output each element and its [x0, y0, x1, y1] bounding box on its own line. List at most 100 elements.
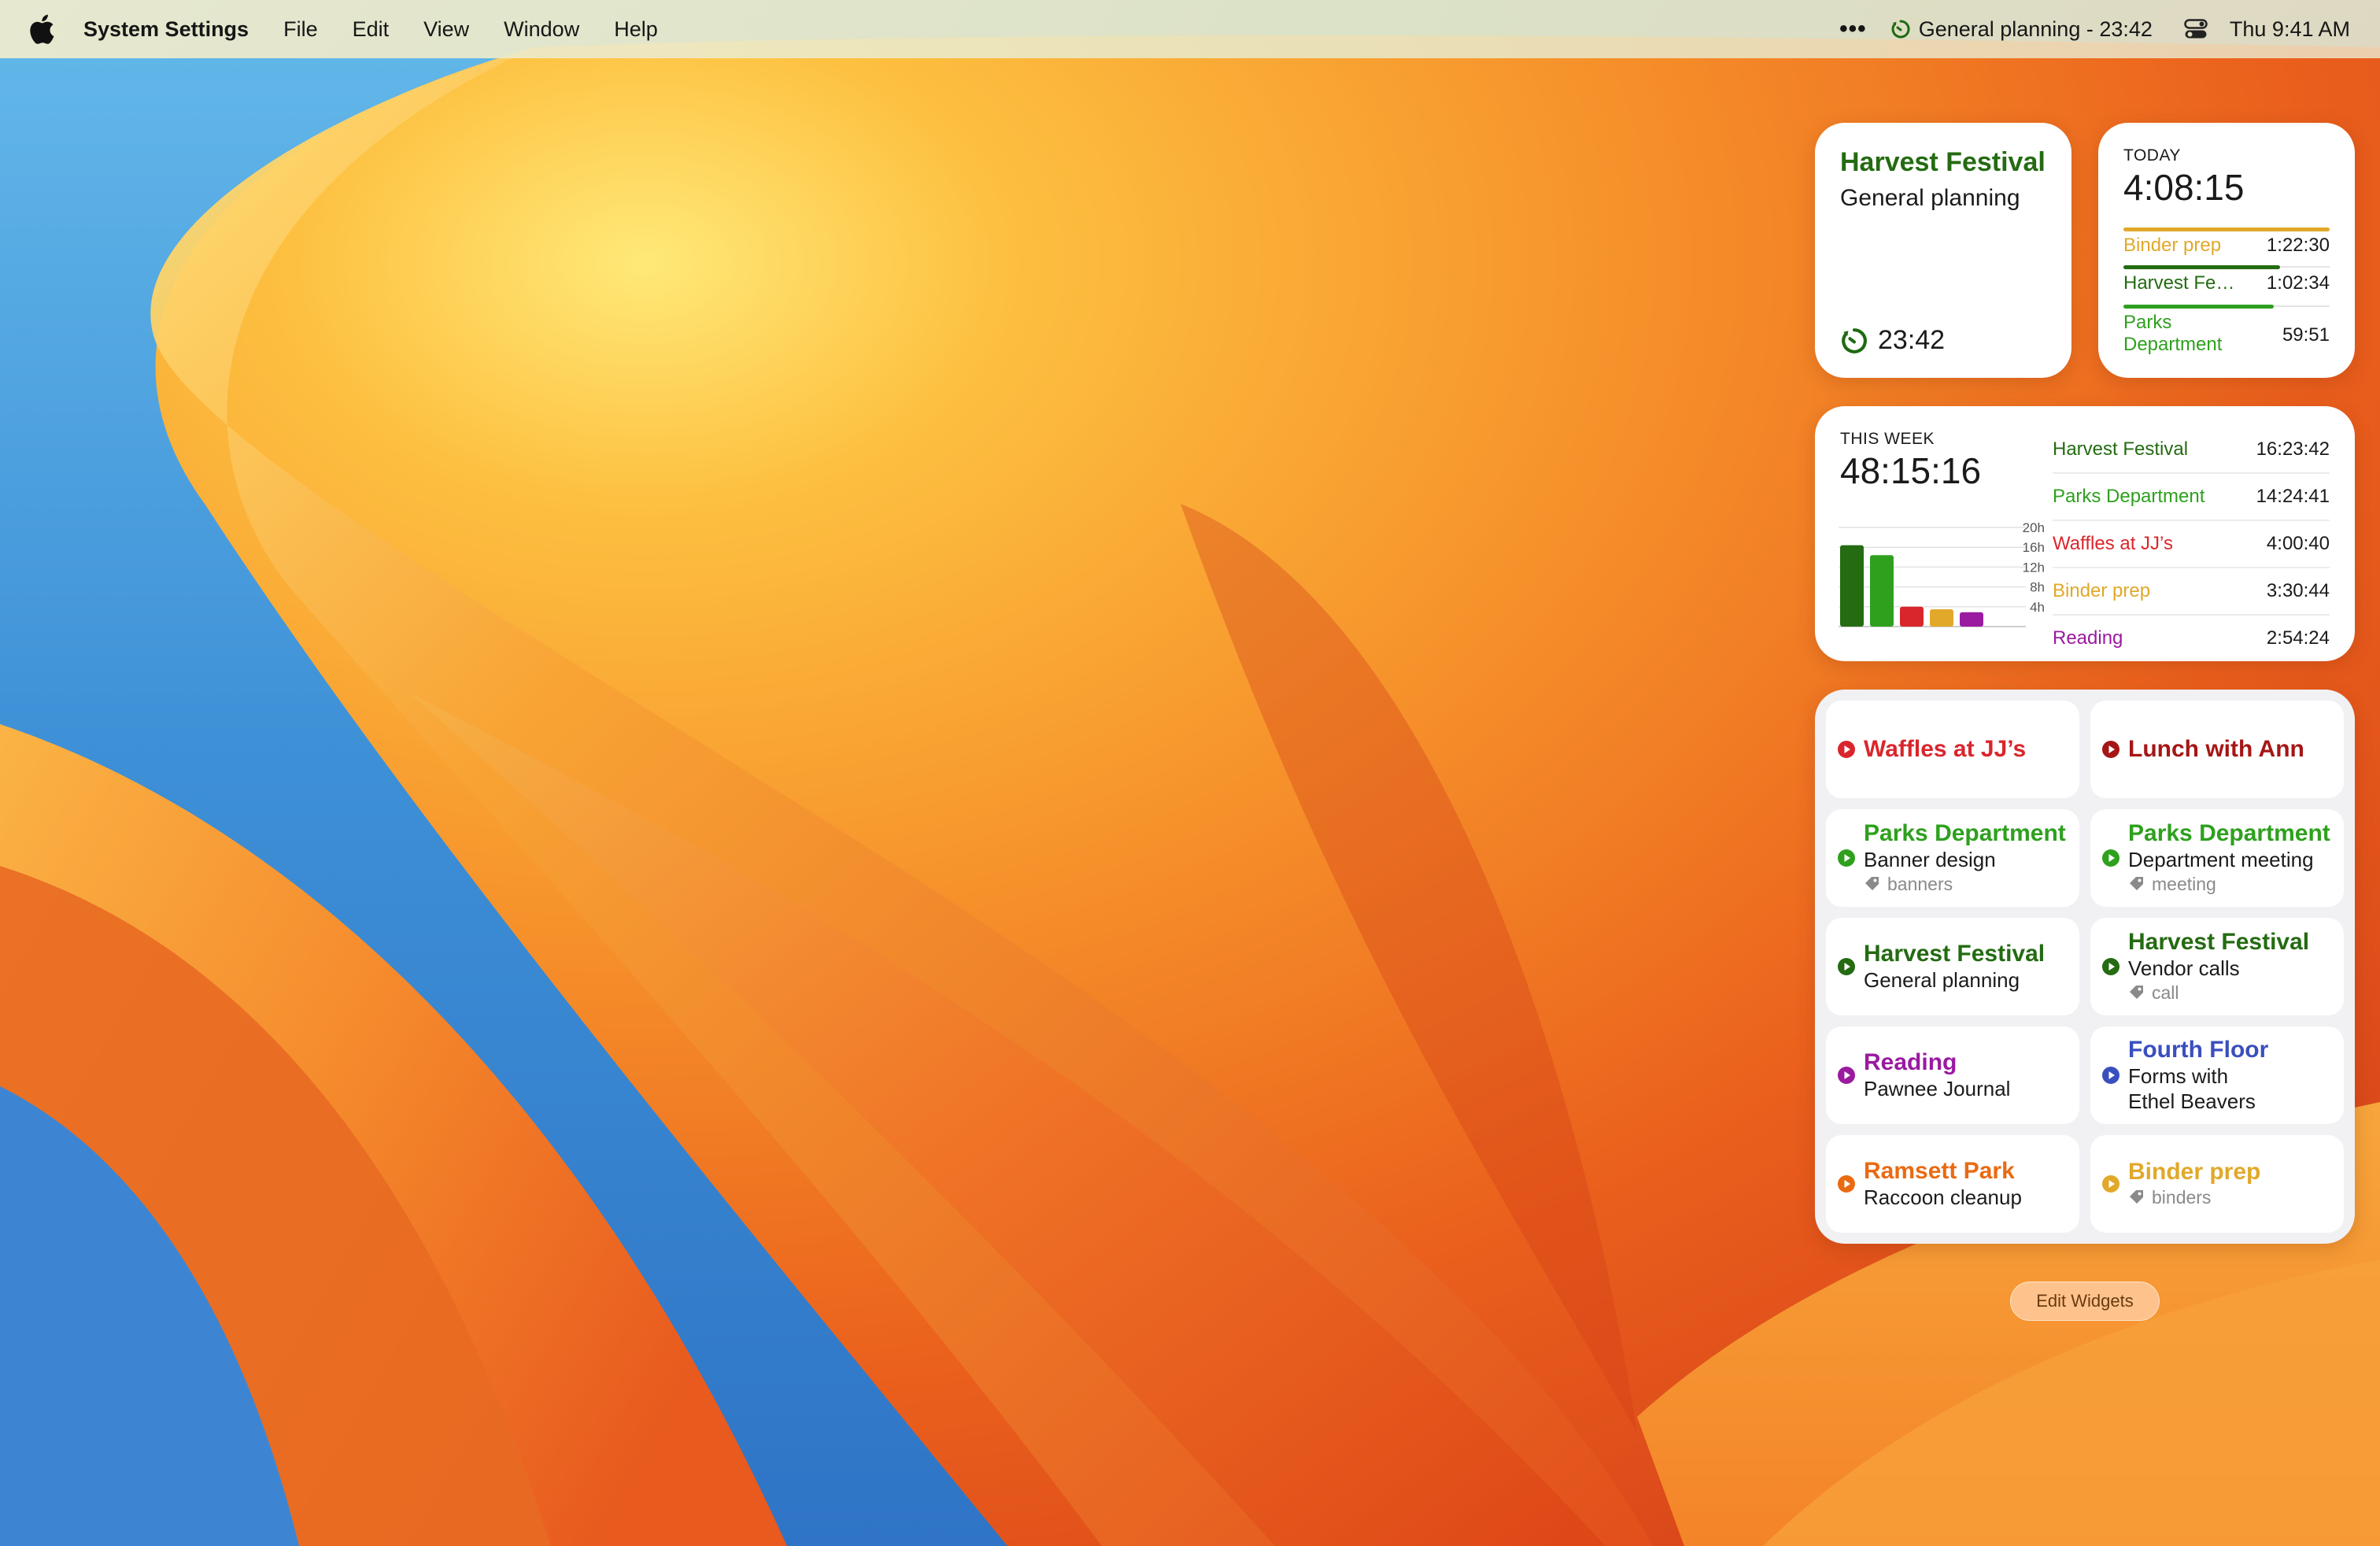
today-row: Parks Department 59:51 [2123, 305, 2330, 365]
timer-tile-tag-text: meeting [2152, 874, 2216, 894]
timer-tile-grid: Waffles at JJ’s Lunch with Ann Parks Depar… [1826, 701, 2344, 1233]
timer-tile-text: Fourth Floor Forms with Ethel Beavers [2128, 1037, 2270, 1114]
timer-tile-project: Lunch with Ann [2128, 736, 2304, 762]
week-row-label: Binder prep [2053, 580, 2151, 601]
tag-icon [2130, 877, 2143, 890]
menu-file[interactable]: File [283, 17, 318, 42]
week-row: Binder prep 3:30:44 [2053, 568, 2330, 616]
play-icon[interactable] [1837, 740, 1856, 759]
today-caption: TODAY [2123, 146, 2181, 165]
week-caption: THIS WEEK [1840, 430, 1935, 448]
week-row-value: 4:00:40 [2266, 533, 2330, 554]
today-row-value: 1:02:34 [2266, 272, 2330, 294]
chart-bar-waffles-at-jj-s [1900, 606, 1924, 627]
chart-bar-harvest-festival [1840, 545, 1864, 627]
menu-window[interactable]: Window [504, 17, 579, 42]
play-icon[interactable] [1837, 1066, 1856, 1085]
timer-tile[interactable]: Parks Department Banner design banners [1826, 809, 2079, 907]
timer-tile-task: Vendor calls [2128, 956, 2240, 980]
more-menu-extras[interactable]: ••• [1839, 16, 1867, 43]
timer-tile-project: Harvest Festival [1864, 941, 2046, 967]
timer-tile-text: Ramsett Park Raccoon cleanup [1864, 1158, 2022, 1210]
timer-tile[interactable]: Parks Department Department meeting meetin… [2090, 809, 2344, 907]
play-icon[interactable] [2101, 1174, 2120, 1193]
timer-tile-project: Ramsett Park [1864, 1158, 2015, 1184]
timer-project-name: Harvest Festival [1840, 147, 2046, 177]
timer-tile-tag: banners [1864, 872, 2066, 896]
timer-tile[interactable]: Fourth Floor Forms with Ethel Beavers [2090, 1026, 2344, 1124]
timer-tile-project: Binder prep [2128, 1159, 2261, 1185]
timer-tile[interactable]: Binder prep binders [2090, 1135, 2344, 1233]
timer-tile-text: Lunch with Ann [2128, 736, 2304, 763]
timer-tile-text: Waffles at JJ’s [1864, 736, 2026, 763]
timer-tile-text: Harvest Festival Vendor calls call [2128, 929, 2309, 1004]
timer-tile-task: General planning [1864, 968, 2020, 992]
timer-icon [1842, 327, 1867, 353]
chart-bar-parks-department [1870, 555, 1894, 627]
timer-tile-text: Reading Pawnee Journal [1864, 1049, 2010, 1101]
timer-tile-project: Parks Department [1864, 820, 2066, 846]
week-row: Waffles at JJ’s 4:00:40 [2053, 521, 2330, 568]
timer-tile-project: Waffles at JJ’s [1864, 736, 2027, 762]
menu-edit[interactable]: Edit [353, 17, 390, 42]
edit-widgets-button[interactable]: Edit Widgets [2010, 1282, 2160, 1321]
week-row-value: 2:54:24 [2266, 627, 2330, 649]
timer-icon [1891, 20, 1910, 39]
current-timer-widget[interactable]: Harvest Festival General planning 23:42 [1815, 123, 2071, 378]
timer-status-text: General planning - 23:42 [1918, 17, 2153, 41]
timer-tile[interactable]: Reading Pawnee Journal [1826, 1026, 2079, 1124]
today-row: Harvest Fe… 1:02:34 [2123, 265, 2330, 305]
chart-ytick-label: 4h [2030, 600, 2045, 615]
week-row-value: 14:24:41 [2256, 486, 2330, 507]
timer-tile[interactable]: Waffles at JJ’s [1826, 701, 2079, 798]
week-total: 48:15:16 [1840, 450, 1982, 491]
today-progress-bar [2123, 227, 2330, 231]
timer-tile-tag: meeting [2128, 872, 2330, 896]
menu-help[interactable]: Help [614, 17, 658, 42]
play-icon[interactable] [2101, 740, 2120, 759]
play-icon[interactable] [1837, 1174, 1856, 1193]
play-icon[interactable] [1837, 957, 1856, 976]
start-timer-grid-widget: Waffles at JJ’s Lunch with Ann Parks Depar… [1815, 690, 2355, 1244]
play-icon[interactable] [1837, 849, 1856, 867]
timer-tile-project: Reading [1864, 1049, 1957, 1075]
play-icon[interactable] [2101, 849, 2120, 867]
timer-tile[interactable]: Harvest Festival Vendor calls call [2090, 918, 2344, 1015]
play-icon[interactable] [2101, 1066, 2120, 1085]
timer-tile-tag-text: banners [1887, 874, 1953, 894]
timer-status-item[interactable]: General planning - 23:42 [1890, 17, 2153, 42]
week-bar-chart: 20h 16h 12h 8h 4h [1839, 520, 2045, 627]
timer-tile-text: Parks Department Banner design banners [1864, 820, 2066, 896]
today-row-value: 59:51 [2282, 324, 2330, 346]
apple-logo-icon[interactable] [28, 14, 55, 44]
week-summary-widget[interactable]: THIS WEEK 48:15:16 20h 16h 12h 8h 4h Harvest… [1815, 406, 2355, 661]
timer-task-name: General planning [1840, 185, 2020, 211]
timer-elapsed: 23:42 [1878, 325, 1946, 355]
timer-tile[interactable]: Lunch with Ann [2090, 701, 2344, 798]
timer-tile-tag-text: binders [2152, 1187, 2212, 1208]
today-progress-bar [2123, 305, 2275, 309]
menu-view[interactable]: View [423, 17, 469, 42]
today-row-label: Binder prep [2123, 235, 2222, 256]
timer-tile-text: Parks Department Department meeting meetin… [2128, 820, 2330, 896]
tag-icon [1865, 877, 1879, 890]
chart-ytick-label: 16h [2023, 540, 2045, 555]
timer-tile-tag-text: call [2152, 982, 2179, 1003]
menu-bar: System Settings File Edit View Window He… [0, 0, 2380, 58]
play-icon[interactable] [2101, 957, 2120, 976]
timer-tile-tag: binders [2128, 1185, 2260, 1209]
menu-app-name[interactable]: System Settings [83, 17, 249, 42]
week-row: Reading 2:54:24 [2053, 616, 2330, 661]
chart-ytick-label: 20h [2023, 520, 2045, 535]
tag-icon [2130, 986, 2143, 999]
control-center-icon[interactable] [2184, 19, 2208, 39]
menu-clock[interactable]: Thu 9:41 AM [2230, 17, 2350, 42]
timer-tile[interactable]: Ramsett Park Raccoon cleanup [1826, 1135, 2079, 1233]
timer-tile[interactable]: Harvest Festival General planning [1826, 918, 2079, 1015]
chart-bar-reading [1960, 612, 1983, 627]
timer-tile-project: Harvest Festival [2128, 929, 2310, 955]
week-row: Harvest Festival 16:23:42 [2053, 427, 2330, 474]
today-summary-widget[interactable]: TODAY 4:08:15 Binder prep 1:22:30 Harves… [2098, 123, 2355, 378]
timer-tile-task: Pawnee Journal [1864, 1077, 2011, 1100]
timer-tile-text: Harvest Festival General planning [1864, 941, 2045, 993]
